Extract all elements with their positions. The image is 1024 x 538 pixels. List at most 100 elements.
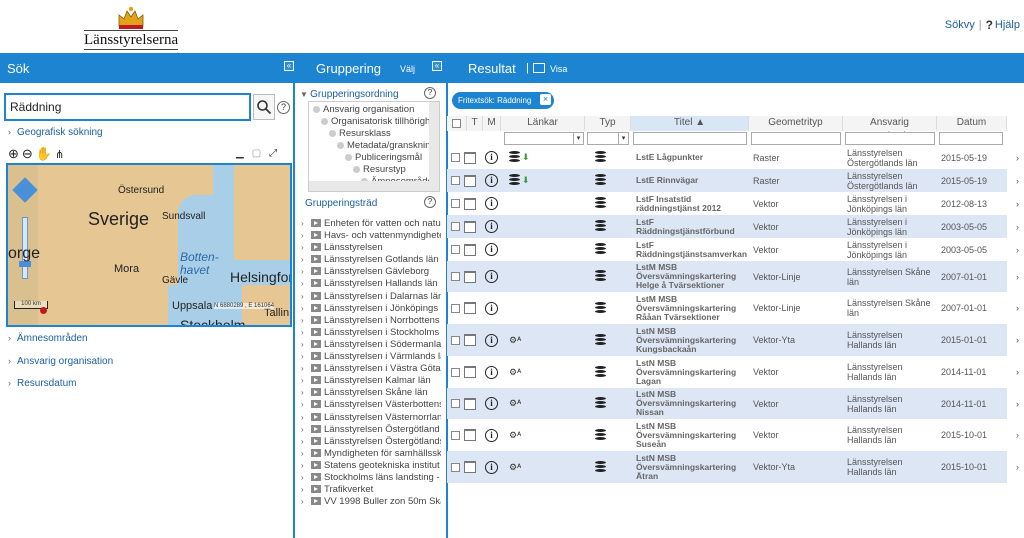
links-filter-select[interactable]: ▾ bbox=[504, 132, 584, 145]
metadata-icon[interactable] bbox=[464, 429, 476, 441]
grouping-tree-item[interactable]: ›Myndigheten för samhällsskydd bbox=[301, 448, 441, 460]
database-icon[interactable] bbox=[509, 174, 520, 187]
row-checkbox[interactable] bbox=[451, 430, 460, 440]
expand-arrow-icon[interactable]: › bbox=[301, 387, 311, 399]
grouping-order-help-icon[interactable]: ? bbox=[424, 87, 436, 99]
info-icon[interactable]: i bbox=[485, 397, 498, 410]
expand-arrow-icon[interactable]: › bbox=[301, 375, 311, 387]
pan-hand-icon[interactable]: ✋ bbox=[36, 146, 52, 161]
grouping-tree-item[interactable]: › Länsstyrelsen Skåne län bbox=[301, 387, 441, 399]
grouping-tree-item[interactable]: › Länsstyrelsen Västernorrland bbox=[301, 412, 441, 424]
grouping-tree-item[interactable]: ›Enheten för vatten och naturmiljö bbox=[301, 218, 441, 230]
org-filter-input[interactable] bbox=[845, 132, 935, 145]
info-icon[interactable]: i bbox=[485, 301, 498, 315]
collapse-grouping-panel-icon[interactable]: « bbox=[432, 61, 442, 71]
column-header-title[interactable]: Titel ▲ bbox=[631, 116, 749, 131]
geographic-search-toggle[interactable]: › Geografisk sökning bbox=[8, 127, 103, 138]
expand-arrow-icon[interactable]: › bbox=[301, 460, 311, 472]
grouping-tree-item[interactable]: › Länsstyrelsen bbox=[301, 242, 441, 254]
metadata-icon[interactable] bbox=[464, 151, 476, 164]
row-title[interactable]: LstN MSB Översvämningskartering Nissan bbox=[636, 388, 748, 419]
grouping-tree-item[interactable]: ›Länsstyrelsen Västerbottens län bbox=[301, 399, 441, 411]
metadata-icon[interactable] bbox=[464, 397, 476, 410]
collapse-search-panel-icon[interactable]: « bbox=[284, 61, 294, 71]
row-expand-arrow-icon[interactable]: › bbox=[1016, 324, 1019, 356]
row-title[interactable]: LstN MSB Översvämningskartering Suseån bbox=[636, 419, 748, 451]
grouping-tree-item[interactable]: › Länsstyrelsen i Värmlands län bbox=[301, 351, 441, 363]
zoom-in-icon[interactable]: ⊕ bbox=[8, 146, 19, 161]
expand-arrow-icon[interactable]: › bbox=[301, 484, 311, 496]
grouping-tree-item[interactable]: ›Länsstyrelsen i Stockholms län bbox=[301, 327, 441, 339]
row-title[interactable]: LstN MSB Översvämningskartering Ätran bbox=[636, 451, 748, 483]
info-icon[interactable]: i bbox=[485, 243, 498, 256]
zoom-out-icon[interactable]: ⊖ bbox=[22, 146, 33, 161]
table-row[interactable]: i ⚙ᴬ LstN MSB Översvämningskartering Nissa… bbox=[447, 388, 1019, 419]
row-title[interactable]: LstN MSB Översvämningskartering Kungsbac… bbox=[636, 324, 748, 356]
select-all-checkbox[interactable] bbox=[452, 119, 461, 128]
grouping-tree-item[interactable]: ›Länsstyrelsen Östergötlands län bbox=[301, 436, 441, 448]
restore-map-icon[interactable]: ▢ bbox=[252, 148, 261, 159]
row-checkbox[interactable] bbox=[451, 272, 460, 281]
grouping-tree-item[interactable]: ›Länsstyrelsen i Västra Götalands län bbox=[301, 363, 441, 375]
service-link-icon[interactable]: ⚙ᴬ bbox=[509, 398, 521, 409]
metadata-icon[interactable] bbox=[464, 220, 476, 233]
expand-arrow-icon[interactable]: › bbox=[301, 496, 311, 508]
grouping-tree-item[interactable]: ›Stockholms läns landsting - Trafik bbox=[301, 472, 441, 484]
expand-arrow-icon[interactable]: › bbox=[301, 436, 311, 448]
expand-arrow-icon[interactable]: › bbox=[301, 242, 311, 254]
table-view-icon[interactable] bbox=[533, 63, 545, 73]
row-expand-arrow-icon[interactable]: › bbox=[1016, 192, 1019, 215]
remove-filter-icon[interactable]: × bbox=[540, 94, 551, 105]
row-checkbox[interactable] bbox=[451, 222, 460, 231]
select-all-header[interactable] bbox=[447, 116, 467, 131]
row-checkbox[interactable] bbox=[451, 153, 460, 162]
info-icon[interactable]: i bbox=[485, 428, 498, 442]
expand-arrow-icon[interactable]: › bbox=[301, 254, 311, 266]
info-icon[interactable]: i bbox=[485, 333, 498, 347]
grouping-tree-item[interactable]: ›Länsstyrelsen i Södermanlands län bbox=[301, 339, 441, 351]
column-header-t[interactable]: T bbox=[467, 116, 483, 131]
help-link[interactable]: Hjälp bbox=[995, 19, 1020, 31]
row-title[interactable]: LstM MSB Översvämningskartering Helge å … bbox=[636, 261, 748, 292]
grouping-tree-item[interactable]: › Länsstyrelsen Östergötland bbox=[301, 424, 441, 436]
minimize-map-icon[interactable]: ▁ bbox=[236, 148, 244, 159]
map-view[interactable]: Östersund Sverige Sundsvall Botten- have… bbox=[6, 163, 292, 327]
row-checkbox[interactable] bbox=[451, 367, 460, 377]
expand-arrow-icon[interactable]: › bbox=[301, 218, 311, 230]
row-expand-arrow-icon[interactable]: › bbox=[1016, 356, 1019, 388]
table-row[interactable]: i LstM MSB Översvämningskartering Helge å… bbox=[447, 261, 1019, 292]
expand-arrow-icon[interactable]: › bbox=[301, 315, 311, 327]
row-expand-arrow-icon[interactable]: › bbox=[1016, 261, 1019, 292]
table-row[interactable]: i LstF Räddningstjänstförbund Vektor Länsst… bbox=[447, 215, 1019, 238]
grouping-order-item[interactable]: Resursklass bbox=[329, 128, 391, 139]
expand-arrow-icon[interactable]: › bbox=[301, 278, 311, 290]
table-row[interactable]: i LstF Insatstid räddningstjänst 2012 Vekt… bbox=[447, 192, 1019, 215]
grouping-order-list[interactable]: Ansvarig organisation Organisatorisk til… bbox=[308, 101, 440, 192]
expand-arrow-icon[interactable]: › bbox=[301, 399, 311, 411]
type-filter-select[interactable]: ▾ bbox=[587, 132, 629, 145]
table-row[interactable]: i ⬇ LstE Lågpunkter Raster Länsstyrelsen Öst… bbox=[447, 146, 1019, 169]
service-link-icon[interactable]: ⚙ᴬ bbox=[509, 367, 521, 378]
title-filter-input[interactable] bbox=[633, 132, 747, 145]
info-icon[interactable]: i bbox=[485, 220, 498, 233]
row-expand-arrow-icon[interactable]: › bbox=[1016, 146, 1019, 169]
help-icon[interactable]: ? bbox=[986, 18, 993, 32]
row-title[interactable]: LstF Räddningstjänstsamverkan bbox=[636, 238, 748, 261]
grouping-order-item[interactable]: Organisatorisk tillhörighet bbox=[321, 116, 438, 127]
resource-date-toggle[interactable]: › Resursdatum bbox=[8, 378, 76, 389]
metadata-icon[interactable] bbox=[464, 174, 476, 187]
expand-arrow-icon[interactable]: › bbox=[301, 424, 311, 436]
download-icon[interactable]: ⬇ bbox=[522, 175, 530, 186]
row-title[interactable]: LstF Insatstid räddningstjänst 2012 bbox=[636, 192, 748, 215]
metadata-icon[interactable] bbox=[464, 270, 476, 283]
grouping-tree-item[interactable]: › Länsstyrelsen i Jönköpings län bbox=[301, 303, 441, 315]
grouping-order-item[interactable]: Resurstyp bbox=[353, 164, 406, 175]
row-expand-arrow-icon[interactable]: › bbox=[1016, 169, 1019, 192]
search-input[interactable]: Räddning bbox=[4, 93, 251, 121]
column-header-date[interactable]: Datum bbox=[937, 116, 1007, 131]
service-link-icon[interactable]: ⚙ᴬ bbox=[509, 462, 521, 473]
grouping-tree-item[interactable]: › Länsstyrelsen Hallands län bbox=[301, 278, 441, 290]
info-icon[interactable]: i bbox=[485, 174, 498, 187]
row-expand-arrow-icon[interactable]: › bbox=[1016, 388, 1019, 419]
grouping-tree-item[interactable]: › Statens geotekniska institut bbox=[301, 460, 441, 472]
